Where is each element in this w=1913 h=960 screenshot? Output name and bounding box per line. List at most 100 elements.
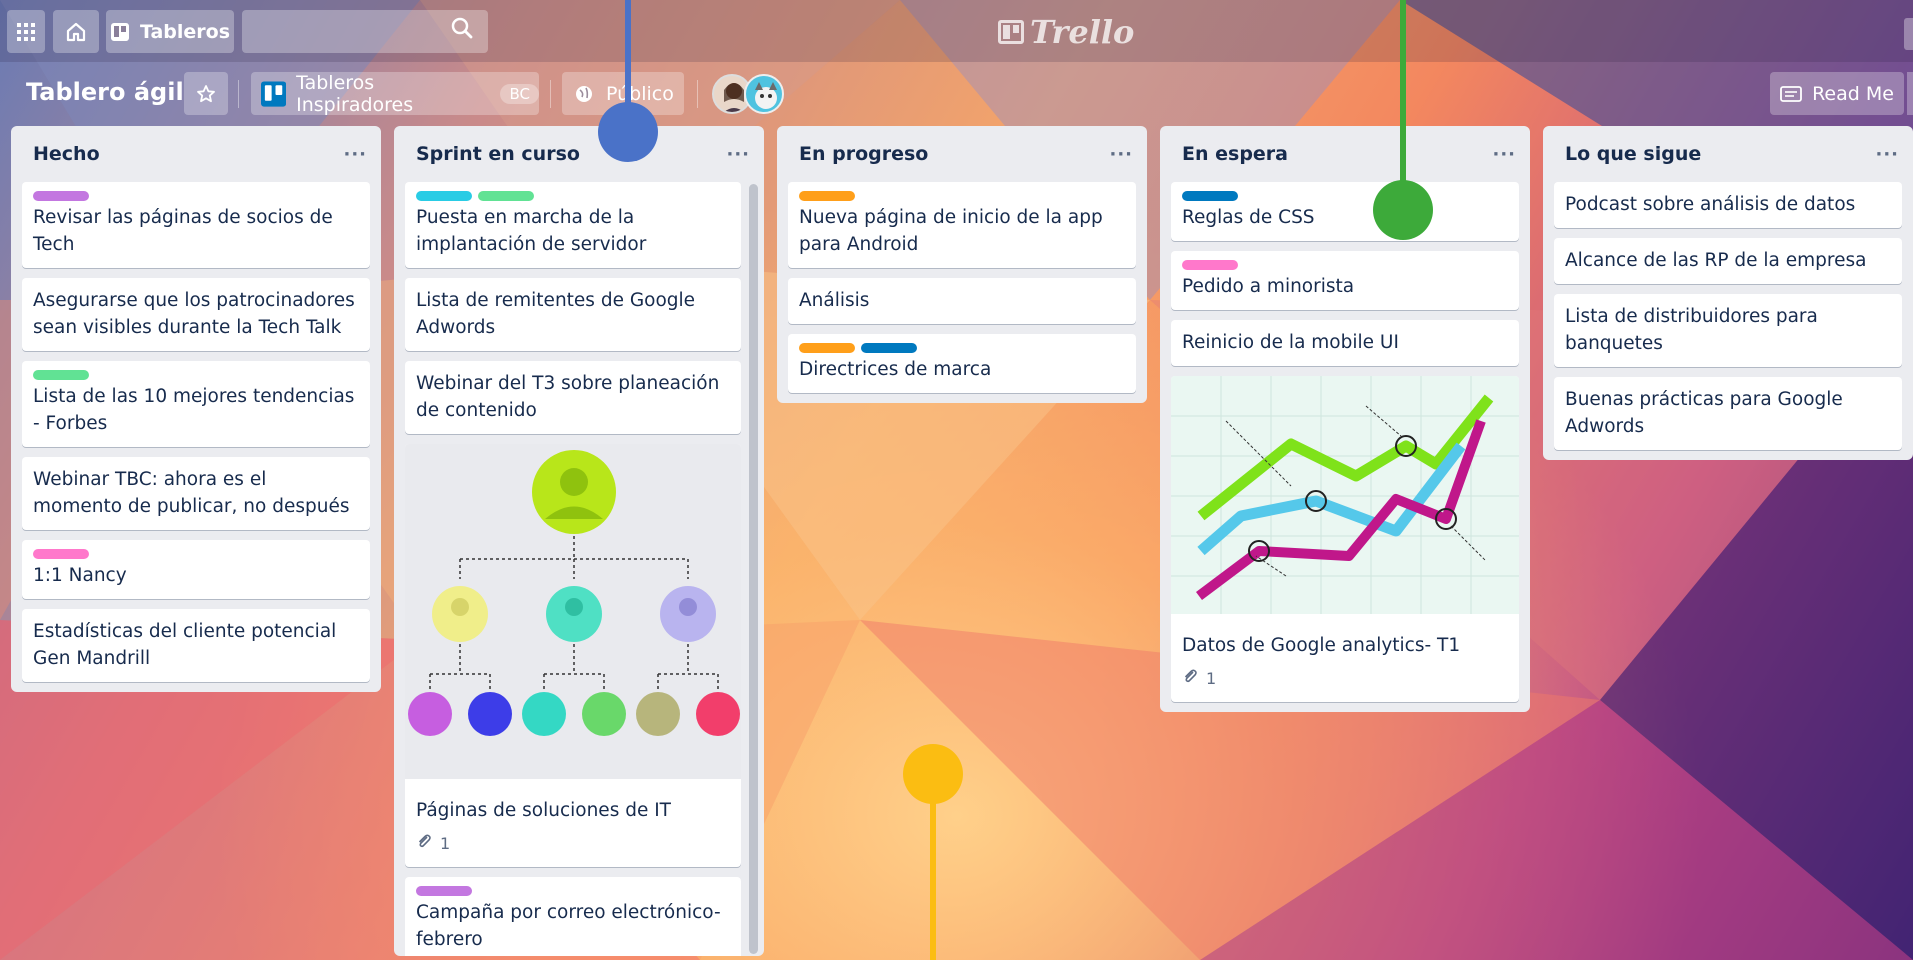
readme-icon xyxy=(1780,85,1802,102)
list-en-progreso: En progreso ··· Nueva página de inicio d… xyxy=(777,126,1147,403)
card-title: 1:1 Nancy xyxy=(33,565,127,586)
label-orange[interactable] xyxy=(799,191,855,201)
visibility-label: Público xyxy=(606,82,674,105)
card-title: Campaña por correo electrónico- febrero xyxy=(416,902,721,950)
attachment-badge: 1 xyxy=(1182,665,1508,692)
list-title[interactable]: En espera xyxy=(1182,143,1288,165)
card-title: Análisis xyxy=(799,290,870,311)
label-blue[interactable] xyxy=(1182,191,1238,201)
card[interactable]: Revisar las páginas de socios de Tech xyxy=(22,182,370,268)
card-title: Asegurarse que los patrocinadores sean v… xyxy=(33,290,355,338)
card[interactable]: Webinar del T3 sobre planeación de conte… xyxy=(405,361,741,434)
list-title[interactable]: En progreso xyxy=(799,143,928,165)
card[interactable]: Webinar TBC: ahora es el momento de publ… xyxy=(22,457,370,530)
list-menu-icon[interactable]: ··· xyxy=(1109,144,1133,165)
header-right-edge[interactable] xyxy=(1907,72,1913,115)
card[interactable]: Reinicio de la mobile UI xyxy=(1171,320,1519,366)
card[interactable]: Datos de Google analytics- T1 1 xyxy=(1171,376,1519,702)
search-icon[interactable] xyxy=(450,16,480,46)
label-orange[interactable] xyxy=(799,343,855,353)
label-purple[interactable] xyxy=(416,886,472,896)
card-title: Reinicio de la mobile UI xyxy=(1182,332,1399,353)
home-button[interactable] xyxy=(53,10,99,53)
card-title: Alcance de las RP de la empresa xyxy=(1565,250,1867,271)
card[interactable]: 1:1 Nancy xyxy=(22,540,370,599)
trello-logo[interactable]: Trello xyxy=(998,12,1134,52)
card-title: Páginas de soluciones de IT xyxy=(416,800,671,821)
avatar[interactable] xyxy=(744,74,784,114)
card[interactable]: Alcance de las RP de la empresa xyxy=(1554,238,1902,284)
boards-label: Tableros xyxy=(139,20,231,43)
card[interactable]: Directrices de marca xyxy=(788,334,1136,393)
list-title[interactable]: Sprint en curso xyxy=(416,143,580,165)
card-title: Buenas prácticas para Google Adwords xyxy=(1565,389,1843,437)
card-title: Lista de las 10 mejores tendencias - For… xyxy=(33,386,355,434)
label-pink[interactable] xyxy=(33,549,89,559)
card-cover-org-chart xyxy=(405,444,741,787)
attachment-count: 1 xyxy=(440,834,451,853)
card[interactable]: Pedido a minorista xyxy=(1171,251,1519,310)
paperclip-icon xyxy=(416,830,432,857)
card-title: Pedido a minorista xyxy=(1182,276,1355,297)
team-button[interactable]: Tableros Inspiradores BC xyxy=(251,72,539,116)
list-menu-icon[interactable]: ··· xyxy=(726,144,750,165)
top-navigation-bar: Tableros Trello xyxy=(0,0,1913,62)
card-title: Webinar TBC: ahora es el momento de publ… xyxy=(33,469,350,517)
readme-button[interactable]: Read Me xyxy=(1770,72,1904,115)
card[interactable]: Lista de remitentes de Google Adwords xyxy=(405,278,741,351)
card[interactable]: Análisis xyxy=(788,278,1136,324)
trello-logo-text: Trello xyxy=(1030,13,1135,51)
list-menu-icon[interactable]: ··· xyxy=(343,144,367,165)
card[interactable]: Nueva página de inicio de la app para An… xyxy=(788,182,1136,268)
card-title: Lista de remitentes de Google Adwords xyxy=(416,290,696,338)
annotation-marker-blue xyxy=(598,102,658,162)
label-green[interactable] xyxy=(33,370,89,380)
boards-button[interactable]: Tableros xyxy=(106,10,234,53)
card-title: Directrices de marca xyxy=(799,359,992,380)
card-title: Lista de distribuidores para banquetes xyxy=(1565,306,1818,354)
star-icon xyxy=(197,84,215,102)
paperclip-icon xyxy=(1182,665,1198,692)
header-separator xyxy=(550,80,551,108)
card[interactable]: Buenas prácticas para Google Adwords xyxy=(1554,377,1902,450)
list-en-espera: En espera ··· Reglas de CSS Pedido a min… xyxy=(1160,126,1530,712)
list-menu-icon[interactable]: ··· xyxy=(1492,144,1516,165)
list-title[interactable]: Hecho xyxy=(33,143,100,165)
card-title: Revisar las páginas de socios de Tech xyxy=(33,207,333,255)
card-title: Estadísticas del cliente potencial Gen M… xyxy=(33,621,337,669)
list-menu-icon[interactable]: ··· xyxy=(1875,144,1899,165)
card[interactable]: Estadísticas del cliente potencial Gen M… xyxy=(22,609,370,682)
card[interactable]: Lista de las 10 mejores tendencias - For… xyxy=(22,361,370,447)
list-scrollbar[interactable] xyxy=(749,184,758,954)
label-green[interactable] xyxy=(478,191,534,201)
team-badge: BC xyxy=(500,83,539,104)
attachment-count: 1 xyxy=(1206,669,1217,688)
card-title: Webinar del T3 sobre planeación de conte… xyxy=(416,373,720,421)
apps-grid-icon[interactable] xyxy=(7,10,45,53)
card[interactable]: Campaña por correo electrónico- febrero xyxy=(405,877,741,956)
card-title: Nueva página de inicio de la app para An… xyxy=(799,207,1103,255)
card[interactable]: Podcast sobre análisis de datos xyxy=(1554,182,1902,228)
annotation-pin-green xyxy=(1400,0,1406,190)
card[interactable]: Páginas de soluciones de IT 1 xyxy=(405,444,741,867)
trello-logo-icon xyxy=(998,20,1024,44)
attachment-badge: 1 xyxy=(416,830,730,857)
header-separator xyxy=(697,80,698,108)
board-icon xyxy=(110,22,129,41)
card[interactable]: Asegurarse que los patrocinadores sean v… xyxy=(22,278,370,351)
card[interactable]: Puesta en marcha de la implantación de s… xyxy=(405,182,741,268)
header-separator xyxy=(238,80,239,108)
card-title: Reglas de CSS xyxy=(1182,207,1315,228)
readme-label: Read Me xyxy=(1812,82,1894,105)
label-purple[interactable] xyxy=(33,191,89,201)
trello-board-icon xyxy=(261,80,287,107)
star-button[interactable] xyxy=(184,72,228,115)
list-title[interactable]: Lo que sigue xyxy=(1565,143,1701,165)
label-sky[interactable] xyxy=(416,191,472,201)
card[interactable]: Reglas de CSS xyxy=(1171,182,1519,241)
label-pink[interactable] xyxy=(1182,260,1238,270)
top-right-button-edge[interactable] xyxy=(1904,18,1913,50)
board-title[interactable]: Tablero ágil xyxy=(26,78,184,106)
card[interactable]: Lista de distribuidores para banquetes xyxy=(1554,294,1902,367)
label-blue[interactable] xyxy=(861,343,917,353)
